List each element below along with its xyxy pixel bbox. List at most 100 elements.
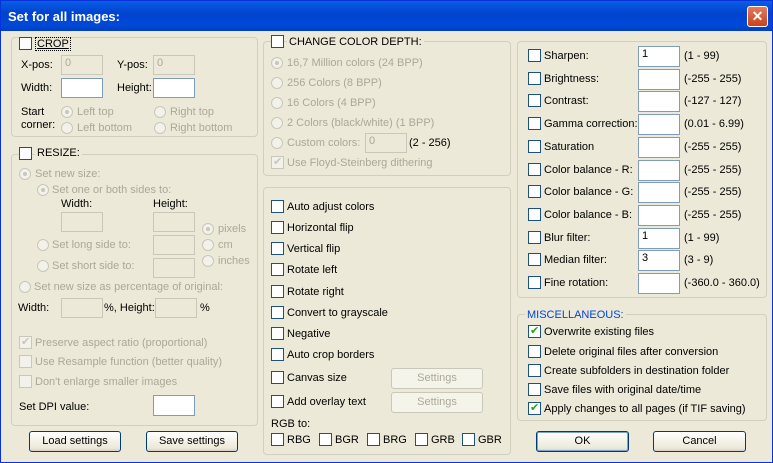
saturation-input[interactable]	[638, 137, 680, 158]
xpos-label: X-pos:	[21, 59, 53, 71]
pct-width-input[interactable]	[61, 298, 103, 318]
gamma-input[interactable]	[638, 114, 680, 135]
custom-colors-input[interactable]: 0	[365, 133, 407, 153]
sharpen-input[interactable]: 1	[638, 46, 680, 67]
median-input[interactable]: 3	[638, 250, 680, 271]
short-side-input[interactable]	[153, 258, 195, 278]
gamma-checkbox[interactable]	[528, 117, 541, 130]
long-side-radio[interactable]	[37, 239, 49, 251]
cm-radio[interactable]	[202, 239, 214, 251]
set-new-size-radio[interactable]	[19, 168, 31, 180]
dpi-input[interactable]	[153, 395, 195, 416]
median-range: (3 - 9)	[684, 254, 714, 266]
color-depth-checkbox[interactable]	[271, 35, 284, 48]
colors-4bpp-radio[interactable]	[271, 97, 283, 109]
fine-rotation-checkbox[interactable]	[528, 276, 541, 289]
color-balance-b-checkbox[interactable]	[528, 208, 541, 221]
sharpen-range: (1 - 99)	[684, 50, 720, 62]
brightness-range: (-255 - 255)	[684, 73, 742, 85]
dithering-checkbox[interactable]	[271, 155, 284, 169]
contrast-checkbox[interactable]	[528, 94, 541, 107]
right-bottom-radio[interactable]	[154, 122, 166, 134]
xpos-input[interactable]: 0	[61, 55, 103, 75]
delete-original-label: Delete original files after conversion	[544, 346, 719, 358]
hflip-checkbox[interactable]	[271, 221, 284, 234]
sharpen-checkbox[interactable]	[528, 49, 541, 62]
rgb-bgr-checkbox[interactable]	[319, 433, 332, 446]
long-side-input[interactable]	[153, 235, 195, 255]
blur-input[interactable]: 1	[638, 228, 680, 249]
crop-height-input[interactable]	[153, 78, 195, 98]
negative-checkbox[interactable]	[271, 327, 284, 340]
canvas-settings-button[interactable]: Settings	[391, 368, 483, 389]
blur-checkbox[interactable]	[528, 231, 541, 244]
start-corner-label-1: Start	[21, 106, 45, 118]
rgb-gbr-checkbox[interactable]	[462, 433, 475, 446]
color-balance-r-checkbox[interactable]	[528, 163, 541, 176]
create-subfolders-checkbox[interactable]	[528, 364, 541, 377]
color-balance-g-range: (-255 - 255)	[684, 186, 742, 198]
close-button[interactable]: ✕	[747, 6, 768, 27]
fine-rotation-input[interactable]	[638, 273, 680, 294]
overlay-settings-button[interactable]: Settings	[391, 392, 483, 413]
rgb-to-label: RGB to:	[271, 418, 311, 430]
rgb-rbg-checkbox[interactable]	[271, 433, 284, 446]
delete-original-checkbox[interactable]	[528, 345, 541, 358]
inches-radio[interactable]	[202, 255, 214, 267]
pixels-radio[interactable]	[202, 223, 214, 235]
contrast-input[interactable]	[638, 91, 680, 112]
rotate-left-label: Rotate left	[287, 264, 338, 276]
autocrop-checkbox[interactable]	[271, 348, 284, 361]
gamma-range: (0.01 - 6.99)	[684, 118, 744, 130]
colors-24bpp-radio[interactable]	[271, 57, 283, 69]
brightness-input[interactable]	[638, 69, 680, 90]
preserve-aspect-checkbox[interactable]	[19, 335, 32, 349]
rgb-grb-checkbox[interactable]	[415, 433, 428, 446]
colors-8bpp-radio[interactable]	[271, 77, 283, 89]
custom-colors-radio[interactable]	[271, 137, 283, 149]
overlay-text-checkbox[interactable]	[271, 395, 284, 408]
crop-width-input[interactable]	[61, 78, 103, 98]
resize-height-input[interactable]	[153, 212, 195, 232]
crop-label: CROP	[35, 37, 71, 51]
resize-checkbox[interactable]	[19, 147, 32, 160]
dont-enlarge-checkbox[interactable]	[19, 375, 32, 388]
use-resample-checkbox[interactable]	[19, 355, 32, 368]
grayscale-checkbox[interactable]	[271, 306, 284, 319]
short-side-radio[interactable]	[37, 260, 49, 272]
median-checkbox[interactable]	[528, 253, 541, 266]
ypos-input[interactable]: 0	[153, 55, 195, 75]
colors-1bpp-radio[interactable]	[271, 117, 283, 129]
percentage-radio[interactable]	[19, 281, 31, 293]
set-one-or-both-radio[interactable]	[37, 184, 49, 196]
color-balance-g-checkbox[interactable]	[528, 185, 541, 198]
load-settings-button[interactable]: Load settings	[29, 431, 121, 452]
rotate-right-checkbox[interactable]	[271, 285, 284, 298]
color-balance-g-input[interactable]	[638, 182, 680, 203]
rotate-left-checkbox[interactable]	[271, 263, 284, 276]
resize-width-input[interactable]	[61, 212, 103, 232]
save-settings-button[interactable]: Save settings	[146, 431, 238, 452]
canvas-size-checkbox[interactable]	[271, 371, 284, 384]
color-balance-g-label: Color balance - G:	[544, 186, 634, 198]
apply-all-pages-checkbox[interactable]	[528, 401, 541, 415]
pct-height-input[interactable]	[155, 298, 197, 318]
left-top-radio[interactable]	[61, 106, 73, 118]
overwrite-checkbox[interactable]	[528, 324, 541, 338]
save-date-checkbox[interactable]	[528, 383, 541, 396]
auto-adjust-checkbox[interactable]	[271, 200, 284, 213]
left-bottom-radio[interactable]	[61, 122, 73, 134]
right-top-radio[interactable]	[154, 106, 166, 118]
vflip-checkbox[interactable]	[271, 242, 284, 255]
color-balance-b-input[interactable]	[638, 205, 680, 226]
brightness-checkbox[interactable]	[528, 72, 541, 85]
crop-checkbox[interactable]	[19, 37, 32, 50]
color-balance-r-input[interactable]	[638, 160, 680, 181]
rgb-brg-checkbox[interactable]	[367, 433, 380, 446]
percentage-label: Set new size as percentage of original:	[34, 281, 223, 293]
cancel-button[interactable]: Cancel	[653, 431, 746, 452]
saturation-checkbox[interactable]	[528, 140, 541, 153]
ok-button[interactable]: OK	[536, 431, 629, 452]
colors-1bpp-label: 2 Colors (black/white) (1 BPP)	[287, 117, 435, 129]
gamma-label: Gamma correction:	[544, 118, 638, 130]
